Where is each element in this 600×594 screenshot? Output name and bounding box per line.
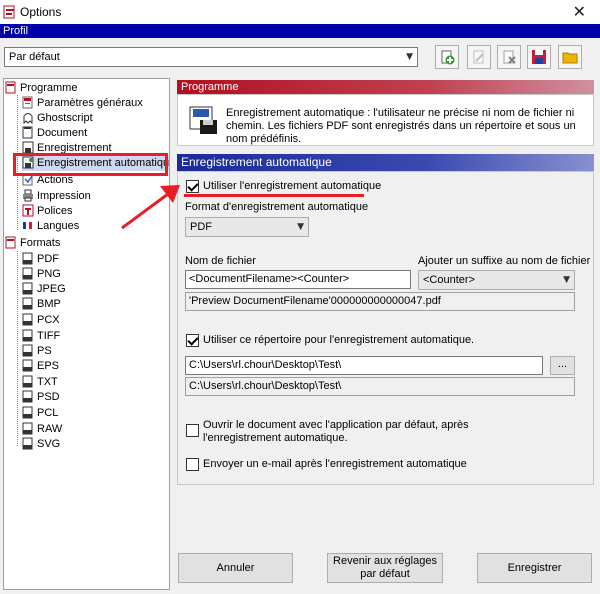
file-format-icon bbox=[22, 297, 33, 310]
delete-profile-button[interactable] bbox=[497, 45, 521, 69]
open-profile-button[interactable] bbox=[558, 45, 582, 69]
ghostscript-icon bbox=[23, 113, 33, 124]
cancel-button[interactable]: Annuler bbox=[178, 553, 293, 583]
format-select[interactable]: PDF ▼ bbox=[185, 217, 309, 237]
profile-select[interactable]: Par défaut ▼ bbox=[4, 47, 418, 67]
programme-icon bbox=[5, 81, 16, 94]
file-format-icon bbox=[22, 252, 33, 265]
save-button[interactable]: Enregistrer bbox=[477, 553, 592, 583]
file-format-icon bbox=[22, 359, 33, 372]
file-format-icon bbox=[22, 267, 33, 280]
tree-item-document[interactable]: Document bbox=[22, 126, 87, 141]
delete-profile-icon bbox=[503, 50, 516, 64]
autosave-icon bbox=[189, 106, 217, 134]
file-format-icon bbox=[22, 422, 33, 435]
chevron-down-icon: ▼ bbox=[297, 222, 304, 232]
tree-item-format-txt[interactable]: TXT bbox=[22, 375, 58, 390]
filename-input[interactable]: <DocumentFilename><Counter> bbox=[185, 270, 411, 289]
language-flag-icon bbox=[23, 222, 32, 229]
printer-icon bbox=[23, 189, 33, 202]
tree-item-format-pcl[interactable]: PCL bbox=[22, 406, 58, 421]
file-format-icon bbox=[22, 344, 33, 357]
formats-icon bbox=[5, 236, 16, 249]
tree-item-format-ps[interactable]: PS bbox=[22, 344, 52, 359]
rename-profile-icon bbox=[473, 50, 484, 64]
reset-defaults-button[interactable]: Revenir aux réglages par défaut bbox=[327, 553, 443, 583]
tree-node-formats[interactable]: Formats bbox=[5, 236, 60, 251]
tree-item-polices[interactable]: Polices bbox=[22, 204, 72, 219]
file-format-icon bbox=[22, 406, 33, 419]
tree-item-format-bmp[interactable]: BMP bbox=[22, 297, 61, 312]
open-after-checkbox[interactable] bbox=[186, 424, 199, 437]
use-autosave-label: Utiliser l'enregistrement automatique bbox=[203, 180, 382, 192]
filename-label: Nom de fichier bbox=[185, 255, 256, 267]
tree-item-parametres-generaux[interactable]: Paramètres généraux bbox=[22, 96, 143, 111]
annotation-highlight-box bbox=[13, 153, 168, 176]
profile-section-band: Profil bbox=[0, 24, 600, 38]
tree-node-programme[interactable]: Programme bbox=[5, 81, 77, 96]
tree-connector bbox=[17, 251, 18, 446]
file-format-icon bbox=[22, 329, 33, 342]
add-profile-button[interactable] bbox=[435, 45, 459, 69]
suffix-select[interactable]: <Counter> ▼ bbox=[418, 270, 575, 290]
add-profile-icon bbox=[441, 50, 455, 65]
window-title: Options bbox=[20, 5, 62, 19]
chevron-down-icon: ▼ bbox=[563, 275, 570, 285]
use-directory-label: Utiliser ce répertoire pour l'enregistre… bbox=[203, 334, 475, 346]
tree-item-langues[interactable]: Langues bbox=[22, 219, 79, 234]
filename-preview: 'Preview DocumentFilename'00000000000004… bbox=[185, 292, 575, 311]
annotation-underline bbox=[184, 194, 364, 197]
browse-button[interactable]: ... bbox=[550, 356, 575, 375]
title-bar: Options ✕ bbox=[0, 0, 600, 24]
document-icon bbox=[22, 126, 33, 139]
profile-select-value: Par défaut bbox=[9, 51, 60, 63]
tree-item-impression[interactable]: Impression bbox=[22, 189, 91, 204]
tree-item-ghostscript[interactable]: Ghostscript bbox=[22, 111, 93, 126]
tree-item-format-png[interactable]: PNG bbox=[22, 267, 61, 282]
email-after-label: Envoyer un e-mail après l'enregistrement… bbox=[203, 458, 467, 470]
file-format-icon bbox=[22, 390, 33, 403]
tree-item-format-pcx[interactable]: PCX bbox=[22, 313, 60, 328]
format-label: Format d'enregistrement automatique bbox=[185, 201, 369, 213]
chevron-down-icon: ▼ bbox=[406, 52, 413, 62]
directory-resolved: C:\Users\rl.chour\Desktop\Test\ bbox=[185, 377, 575, 396]
file-format-icon bbox=[22, 437, 33, 450]
description-text: Enregistrement automatique : l'utilisate… bbox=[226, 107, 576, 145]
tree-item-format-tiff[interactable]: TIFF bbox=[22, 329, 60, 344]
suffix-label: Ajouter un suffixe au nom de fichier bbox=[418, 255, 591, 267]
programme-band: Programme bbox=[177, 80, 594, 94]
close-icon[interactable]: ✕ bbox=[573, 2, 586, 21]
file-format-icon bbox=[22, 375, 33, 388]
autosave-section-band: Enregistrement automatique bbox=[177, 154, 594, 171]
email-after-checkbox[interactable] bbox=[186, 458, 199, 471]
fonts-icon bbox=[22, 204, 34, 217]
settings-icon bbox=[22, 96, 33, 109]
tree-item-format-pdf[interactable]: PDF bbox=[22, 252, 59, 267]
save-profile-button[interactable] bbox=[527, 45, 551, 69]
open-folder-icon bbox=[562, 52, 578, 64]
tree-item-format-raw[interactable]: RAW bbox=[22, 422, 62, 437]
file-format-icon bbox=[22, 313, 33, 326]
tree-item-format-eps[interactable]: EPS bbox=[22, 359, 59, 374]
use-autosave-checkbox[interactable] bbox=[186, 180, 199, 193]
annotation-arrow bbox=[121, 185, 180, 230]
description-panel: Enregistrement automatique : l'utilisate… bbox=[177, 94, 594, 146]
tree-item-format-jpeg[interactable]: JPEG bbox=[22, 282, 66, 297]
open-after-label: Ouvrir le document avec l'application pa… bbox=[203, 419, 469, 444]
app-icon bbox=[3, 5, 15, 19]
rename-profile-button[interactable] bbox=[467, 45, 491, 69]
use-directory-checkbox[interactable] bbox=[186, 334, 199, 347]
save-icon bbox=[532, 50, 546, 64]
directory-input[interactable]: C:\Users\rl.chour\Desktop\Test\ bbox=[185, 356, 543, 375]
file-format-icon bbox=[22, 282, 33, 295]
tree-item-format-svg[interactable]: SVG bbox=[22, 437, 60, 452]
tree-item-format-psd[interactable]: PSD bbox=[22, 390, 60, 405]
